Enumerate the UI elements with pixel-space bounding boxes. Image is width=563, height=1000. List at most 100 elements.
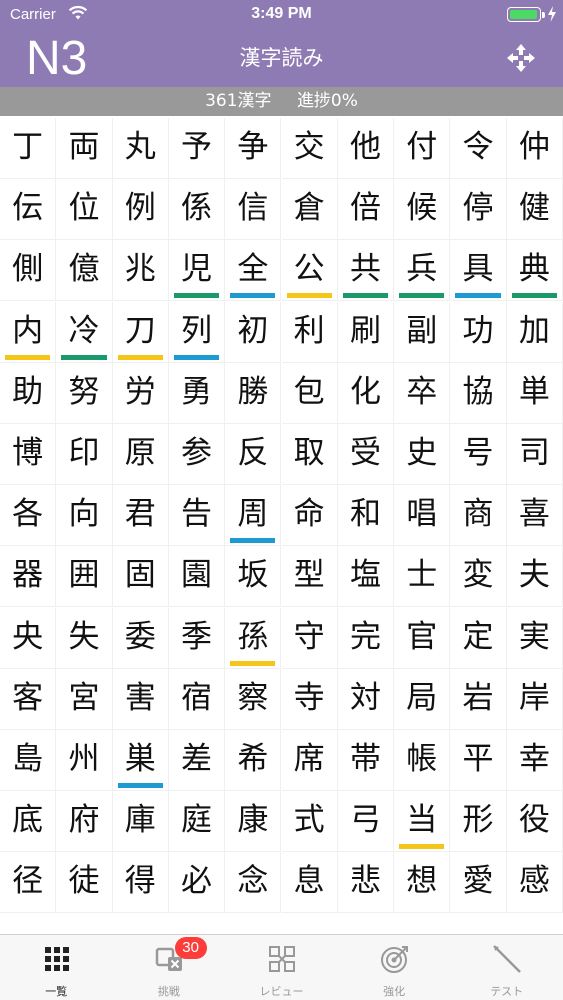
kanji-cell[interactable]: 内 [0,301,57,363]
kanji-cell[interactable]: 史 [394,424,451,485]
kanji-cell[interactable]: 定 [450,607,507,669]
kanji-cell[interactable]: 差 [168,730,226,791]
kanji-cell[interactable]: 弓 [337,791,395,853]
kanji-cell[interactable]: 島 [0,730,57,791]
tab-list[interactable]: 一覧 [0,935,113,1000]
kanji-cell[interactable]: 告 [168,485,226,547]
kanji-cell[interactable]: 信 [225,179,282,241]
kanji-cell[interactable]: 幸 [506,730,563,791]
kanji-cell[interactable]: 丸 [112,118,169,179]
kanji-cell[interactable]: 平 [450,730,507,791]
kanji-cell[interactable]: 対 [337,668,395,730]
kanji-cell[interactable]: 委 [112,607,169,669]
kanji-cell[interactable]: 兵 [394,240,451,302]
tab-test[interactable]: テスト [450,935,563,1000]
kanji-cell[interactable]: 器 [0,546,57,608]
kanji-cell[interactable]: 他 [337,118,395,179]
kanji-cell[interactable]: 実 [506,607,563,669]
kanji-cell[interactable]: 型 [281,546,338,608]
kanji-cell[interactable]: 徒 [56,852,113,914]
kanji-cell[interactable]: 得 [112,852,169,914]
kanji-cell[interactable]: 悲 [337,852,395,914]
kanji-cell[interactable]: 径 [0,852,57,914]
tab-strengthen[interactable]: 強化 [338,935,451,1000]
kanji-cell[interactable]: 塩 [337,546,395,608]
kanji-cell[interactable]: 州 [56,730,113,791]
kanji-cell[interactable]: 局 [394,668,451,730]
kanji-cell[interactable]: 庫 [112,791,169,853]
kanji-cell[interactable]: 労 [112,362,169,424]
kanji-cell[interactable]: 係 [168,179,226,241]
kanji-cell[interactable]: 受 [337,424,395,485]
kanji-cell[interactable]: 司 [506,424,563,485]
kanji-cell[interactable]: 感 [506,852,563,914]
kanji-cell[interactable]: 完 [337,607,395,669]
kanji-cell[interactable]: 典 [506,240,563,302]
kanji-cell[interactable]: 念 [225,852,282,914]
kanji-cell[interactable]: 孫 [225,607,282,669]
kanji-cell[interactable]: 共 [337,240,395,302]
kanji-cell[interactable]: 康 [225,791,282,853]
kanji-cell[interactable]: 列 [168,301,226,363]
kanji-cell[interactable]: 反 [225,424,282,485]
kanji-cell[interactable]: 察 [225,668,282,730]
kanji-cell[interactable]: 役 [506,791,563,853]
kanji-cell[interactable]: 取 [281,424,338,485]
kanji-cell[interactable]: 両 [56,118,113,179]
kanji-cell[interactable]: 刀 [112,301,169,363]
kanji-cell[interactable]: 園 [168,546,226,608]
kanji-cell[interactable]: 努 [56,362,113,424]
kanji-cell[interactable]: 加 [506,301,563,363]
kanji-cell[interactable]: 央 [0,607,57,669]
kanji-cell[interactable]: 守 [281,607,338,669]
kanji-cell[interactable]: 参 [168,424,226,485]
kanji-cell[interactable]: 宿 [168,668,226,730]
kanji-cell[interactable]: 化 [337,362,395,424]
kanji-cell[interactable]: 丁 [0,118,57,179]
kanji-cell[interactable]: 官 [394,607,451,669]
kanji-cell[interactable]: 希 [225,730,282,791]
kanji-cell[interactable]: 客 [0,668,57,730]
kanji-cell[interactable]: 仲 [506,118,563,179]
kanji-cell[interactable]: 卒 [394,362,451,424]
kanji-cell[interactable]: 例 [112,179,169,241]
kanji-cell[interactable]: 形 [450,791,507,853]
kanji-cell[interactable]: 宮 [56,668,113,730]
kanji-cell[interactable]: 和 [337,485,395,547]
kanji-cell[interactable]: 令 [450,118,507,179]
kanji-cell[interactable]: 各 [0,485,57,547]
kanji-cell[interactable]: 候 [394,179,451,241]
kanji-cell[interactable]: 冷 [56,301,113,363]
kanji-cell[interactable]: 原 [112,424,169,485]
kanji-cell[interactable]: 停 [450,179,507,241]
kanji-cell[interactable]: 交 [281,118,338,179]
kanji-cell[interactable]: 伝 [0,179,57,241]
kanji-cell[interactable]: 季 [168,607,226,669]
kanji-cell[interactable]: 岸 [506,668,563,730]
kanji-cell[interactable]: 具 [450,240,507,302]
kanji-cell[interactable]: 包 [281,362,338,424]
kanji-cell[interactable]: 囲 [56,546,113,608]
kanji-cell[interactable]: 必 [168,852,226,914]
kanji-cell[interactable]: 側 [0,240,57,302]
kanji-cell[interactable]: 位 [56,179,113,241]
kanji-cell[interactable]: 席 [281,730,338,791]
kanji-cell[interactable]: 倉 [281,179,338,241]
kanji-cell[interactable]: 公 [281,240,338,302]
kanji-cell[interactable]: 利 [281,301,338,363]
kanji-cell[interactable]: 予 [168,118,226,179]
kanji-cell[interactable]: 士 [394,546,451,608]
kanji-cell[interactable]: 変 [450,546,507,608]
kanji-cell[interactable]: 全 [225,240,282,302]
kanji-cell[interactable]: 失 [56,607,113,669]
kanji-cell[interactable]: 倍 [337,179,395,241]
kanji-cell[interactable]: 争 [225,118,282,179]
tab-review[interactable]: レビュー [225,935,338,1000]
kanji-cell[interactable]: 号 [450,424,507,485]
kanji-cell[interactable]: 夫 [506,546,563,608]
kanji-cell[interactable]: 刷 [337,301,395,363]
kanji-cell[interactable]: 商 [450,485,507,547]
kanji-cell[interactable]: 健 [506,179,563,241]
kanji-cell[interactable]: 勇 [168,362,226,424]
kanji-cell[interactable]: 固 [112,546,169,608]
